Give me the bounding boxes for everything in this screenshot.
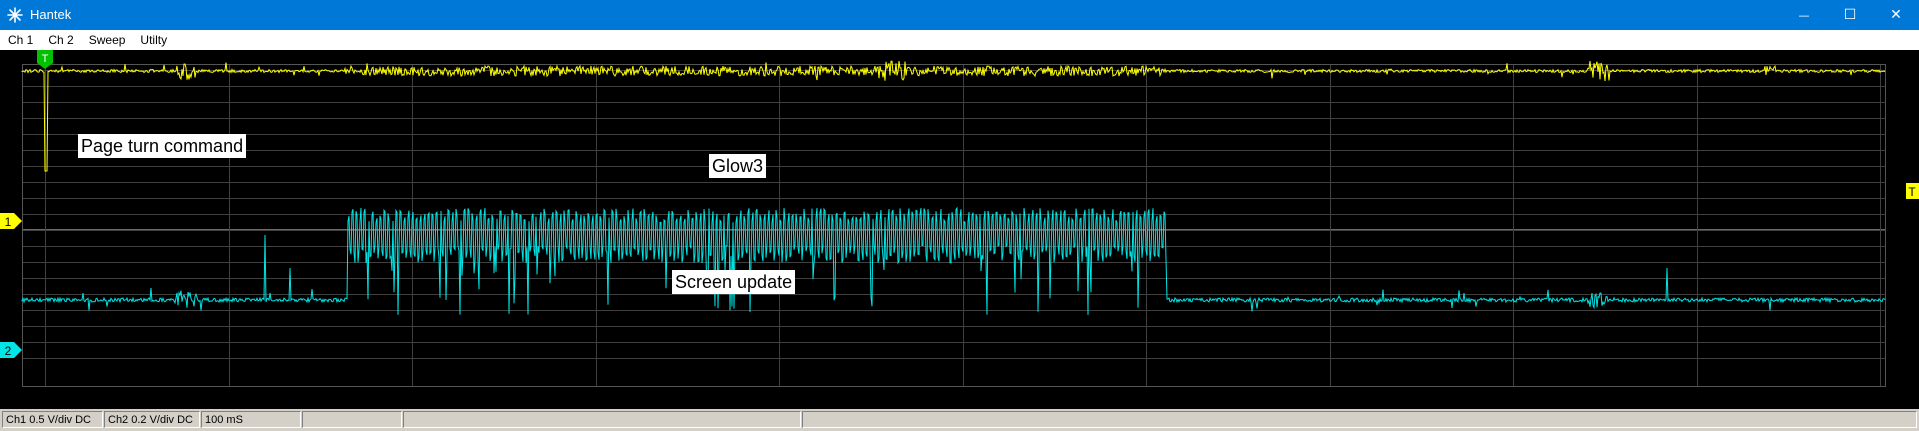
minimize-icon: — <box>1798 8 1810 22</box>
trigger-position-marker[interactable]: T <box>37 50 53 69</box>
title-bar: Hantek — ☐ ✕ <box>0 0 1919 30</box>
menu-sweep[interactable]: Sweep <box>81 30 133 50</box>
window-title: Hantek <box>30 7 72 22</box>
ch1-trace <box>21 60 1886 172</box>
maximize-icon: ☐ <box>1843 7 1857 23</box>
grid-border <box>22 64 1886 387</box>
scope-canvas: T T 1 2 <box>0 50 1919 387</box>
status-cell-4 <box>302 411 402 428</box>
close-icon: ✕ <box>1890 7 1902 23</box>
menu-bar: Ch 1 Ch 2 Sweep Utilty <box>0 30 1919 51</box>
ch1-ground-marker[interactable]: 1 <box>0 213 22 229</box>
status-ch2: Ch2 0.2 V/div DC <box>104 411 200 428</box>
close-button[interactable]: ✕ <box>1873 0 1919 30</box>
scope-display[interactable]: T T 1 2 Page turn command Glow3 Screen u… <box>0 50 1919 409</box>
menu-ch1[interactable]: Ch 1 <box>0 30 40 50</box>
maximize-button[interactable]: ☐ <box>1827 0 1873 30</box>
trigger-level-marker[interactable]: T <box>1906 183 1919 199</box>
annotation-page-turn: Page turn command <box>78 134 247 158</box>
annotation-glow: Glow3 <box>709 154 767 178</box>
status-ch1: Ch1 0.5 V/div DC <box>2 411 103 428</box>
trigger-level-label: T <box>1908 185 1916 199</box>
annotation-screen-update: Screen update <box>672 270 796 294</box>
trigger-position-label: T <box>42 53 49 65</box>
minimize-button[interactable]: — <box>1781 0 1827 30</box>
menu-ch2[interactable]: Ch 2 <box>40 30 80 50</box>
ch2-marker-label: 2 <box>5 344 12 358</box>
status-cell-5 <box>403 411 801 428</box>
hantek-app-icon <box>7 7 23 23</box>
status-cell-6 <box>802 411 1917 428</box>
status-timebase: 100 mS <box>201 411 301 428</box>
ch2-trace <box>21 206 1886 315</box>
status-bar: Ch1 0.5 V/div DC Ch2 0.2 V/div DC 100 mS <box>0 409 1919 431</box>
scope-grid <box>22 64 1886 387</box>
ch2-ground-marker[interactable]: 2 <box>0 342 22 358</box>
menu-utility[interactable]: Utilty <box>132 30 174 50</box>
ch1-marker-label: 1 <box>5 215 12 229</box>
